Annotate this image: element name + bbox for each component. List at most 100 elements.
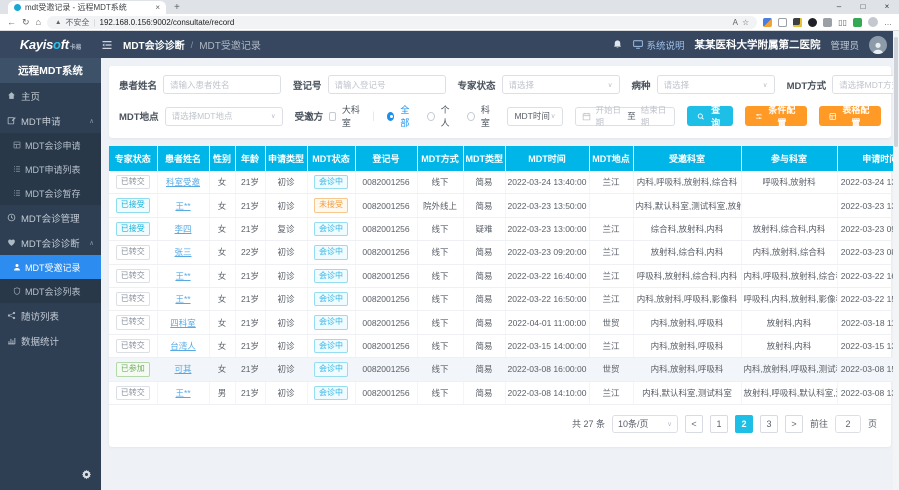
mdt-type-cell: 疑难 (463, 217, 505, 240)
window-minimize-button[interactable]: – (827, 0, 851, 14)
big-dept-checkbox-label[interactable]: 大科室 (342, 103, 360, 129)
patient-name-link[interactable]: 可其 (174, 364, 191, 374)
patient-name-link[interactable]: 科室受邀 (166, 177, 200, 187)
mdt-mode-select[interactable]: 请选择MDT方式 ∨ (832, 75, 899, 94)
patient-name-link[interactable]: 四科室 (170, 318, 196, 328)
search-button[interactable]: 查询 (687, 106, 734, 126)
window-restore-button[interactable]: □ (851, 0, 875, 14)
expert-status-cell: 已转交 (109, 334, 157, 357)
sidebar-item-mdt-apply-list[interactable]: MDT申请列表 (0, 157, 101, 181)
collapse-menu-icon[interactable] (101, 39, 113, 51)
age-cell: 21岁 (235, 381, 265, 404)
refresh-icon[interactable]: ↻ (22, 18, 30, 27)
invited-depts-cell: 内科,放射科,呼吸科 (633, 311, 741, 334)
radio-all[interactable] (387, 112, 395, 121)
age-cell: 21岁 (235, 264, 265, 287)
expert-status-select[interactable]: 请选择 ∨ (502, 75, 620, 94)
date-range-picker[interactable]: 开始日期 至 结束日期 (575, 107, 675, 126)
add-favorite-icon[interactable]: ☆ (742, 18, 749, 27)
patient-name-link[interactable]: 王** (175, 388, 190, 398)
back-icon[interactable]: ← (7, 18, 16, 27)
browser-profile-avatar[interactable] (868, 17, 878, 27)
sidebar-item-mdt-apply-new[interactable]: MDT会诊申请 (0, 133, 101, 157)
extension-icon-5[interactable] (853, 18, 862, 27)
time-field-select[interactable]: MDT时间 ∨ (507, 107, 562, 126)
radio-dept[interactable] (467, 112, 475, 121)
disease-select[interactable]: 请选择 ∨ (657, 75, 775, 94)
more-options-icon[interactable]: … (884, 18, 892, 27)
new-tab-button[interactable]: + (166, 1, 188, 14)
mdt-place-cell: 世贸 (589, 311, 633, 334)
system-help-link[interactable]: 系统说明 (633, 38, 684, 52)
mdt-status-badge: 未接受 (314, 198, 348, 212)
window-close-button[interactable]: × (875, 0, 899, 14)
sidebar-item-mdt-apply-draft[interactable]: MDT会诊暂存 (0, 181, 101, 205)
apply-time-cell: 2022-03-24 13:37:44 (837, 171, 899, 194)
sidebar-item-statistics[interactable]: 数据统计 (0, 328, 101, 353)
not-secure-warning-icon: ▲ (55, 19, 61, 26)
big-dept-checkbox[interactable] (329, 112, 336, 121)
patient-name-link[interactable]: 李四 (174, 224, 191, 234)
sidebar-item-mdt-apply[interactable]: MDT申请 ∧ (0, 108, 101, 133)
reg-no-cell: 0082001256 (355, 264, 417, 287)
next-page-button[interactable]: > (785, 415, 803, 433)
settings-gear-icon[interactable] (81, 469, 92, 483)
scrollbar-thumb[interactable] (894, 37, 898, 147)
extension-icon-4[interactable] (823, 18, 832, 27)
patient-name-cell: 李四 (157, 217, 209, 240)
user-avatar[interactable] (869, 36, 887, 54)
patient-name-link[interactable]: 张三 (174, 247, 191, 257)
reg-no-input[interactable] (328, 75, 446, 94)
share-menu-icon (7, 311, 16, 320)
select-placeholder: 请选择MDT方式 (839, 79, 899, 91)
jump-page-input[interactable] (835, 415, 861, 433)
table-config-button[interactable]: 表格配置 (819, 106, 881, 126)
patient-name-link[interactable]: 王** (175, 271, 190, 281)
radio-all-label[interactable]: 全部 (400, 103, 415, 129)
mdt-place-select[interactable]: 请选择MDT地点 ∨ (165, 107, 283, 126)
extension-icon-2[interactable] (793, 18, 802, 27)
page-button-3[interactable]: 3 (760, 415, 778, 433)
patient-name-input[interactable] (163, 75, 281, 94)
expert-status-badge: 已接受 (116, 198, 150, 212)
date-start-placeholder[interactable]: 开始日期 (596, 104, 623, 128)
chart-menu-icon (7, 336, 16, 345)
col-joined-depts: 参与科室 (741, 146, 837, 171)
sidebar-item-mdt-manage[interactable]: MDT会诊管理 (0, 205, 101, 230)
page-size-select[interactable]: 10条/页 ∨ (612, 415, 678, 433)
radio-dept-label[interactable]: 科室 (481, 103, 496, 129)
sidebar-item-followup[interactable]: 随访列表 (0, 303, 101, 328)
page-button-2-active[interactable]: 2 (735, 415, 753, 433)
notification-bell-icon[interactable] (612, 39, 623, 50)
extension-icon-1[interactable] (763, 18, 772, 27)
sidebar-item-home[interactable]: 主页 (0, 83, 101, 108)
home-icon[interactable]: ⌂ (36, 18, 41, 27)
patient-name-link[interactable]: 王** (175, 201, 190, 211)
page-button-1[interactable]: 1 (710, 415, 728, 433)
mdt-type-cell: 简易 (463, 264, 505, 287)
patient-name-link[interactable]: 台湾人 (170, 341, 196, 351)
sidebar-item-mdt-invite-record[interactable]: MDT受邀记录 (0, 255, 101, 279)
sidebar-item-mdt-diagnose[interactable]: MDT会诊诊断 ∧ (0, 230, 101, 255)
mdt-mode-label: MDT方式 (787, 78, 827, 92)
radio-personal-label[interactable]: 个人 (441, 103, 456, 129)
browser-tab[interactable]: mdt受邀记录 - 远程MDT系统 × (8, 1, 166, 14)
patient-name-link[interactable]: 王** (175, 294, 190, 304)
tab-close-icon[interactable]: × (155, 3, 160, 12)
page-scrollbar[interactable] (893, 31, 899, 490)
date-end-placeholder[interactable]: 结束日期 (641, 104, 668, 128)
apply-time-cell: 2022-03-22 16:31:36 (837, 264, 899, 287)
extension-icon-3[interactable] (808, 18, 817, 27)
url-text[interactable]: 192.168.0.156:9002/consultate/record (100, 18, 729, 27)
condition-config-button[interactable]: 条件配置 (745, 106, 807, 126)
breadcrumb-section[interactable]: MDT会诊诊断 (123, 37, 185, 52)
mdt-type-cell: 简易 (463, 334, 505, 357)
prev-page-button[interactable]: < (685, 415, 703, 433)
collections-icon[interactable] (778, 18, 787, 27)
read-aloud-icon[interactable]: A (733, 18, 738, 27)
joined-depts-cell: 内科,放射科,综合科 (741, 241, 837, 264)
radio-personal[interactable] (427, 112, 435, 121)
address-bar[interactable]: ▲ 不安全 | 192.168.0.156:9002/consultate/re… (47, 16, 757, 29)
sidebar-item-mdt-consult-list[interactable]: MDT会诊列表 (0, 279, 101, 303)
split-screen-icon[interactable]: ▯▯ (838, 18, 847, 27)
